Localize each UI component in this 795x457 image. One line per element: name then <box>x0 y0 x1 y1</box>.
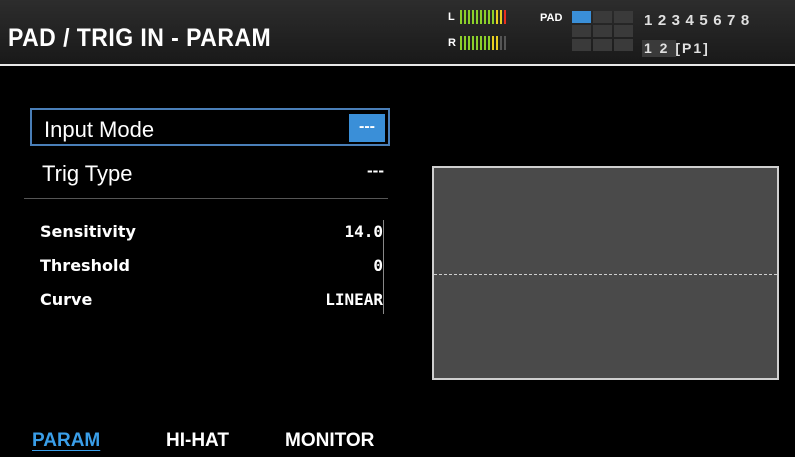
curve-label[interactable]: Curve <box>40 290 92 309</box>
pad-cell <box>614 11 633 23</box>
meter-r-label: R <box>448 37 456 49</box>
trig-type-row[interactable]: Trig Type --- <box>30 154 390 192</box>
separator <box>24 198 388 199</box>
pad-label: PAD <box>540 12 563 24</box>
curve-value[interactable]: LINEAR <box>325 290 383 309</box>
pad-cell <box>593 39 612 51</box>
header-bar: PAD / TRIG IN - PARAM L R PAD 12345678 1… <box>0 0 795 66</box>
tab-monitor[interactable]: MONITOR <box>285 430 374 452</box>
input-mode-label: Input Mode <box>44 117 155 142</box>
pad-cell <box>614 25 633 37</box>
tab-param[interactable]: PARAM <box>32 430 100 452</box>
sensitivity-value[interactable]: 14.0 <box>344 222 383 241</box>
pad-cell <box>572 11 591 23</box>
pad-cell <box>614 39 633 51</box>
threshold-value[interactable]: 0 <box>373 256 383 275</box>
pad-cell <box>572 39 591 51</box>
trig-type-label: Trig Type <box>42 161 133 186</box>
pad-grid <box>572 11 633 51</box>
pad-id: [P1] <box>675 40 710 56</box>
meter-l-label: L <box>448 11 455 23</box>
curve-graph <box>432 166 779 380</box>
input-mode-value[interactable]: --- <box>349 114 385 142</box>
value-divider <box>383 220 384 314</box>
bank-indicator: 1 2 [P1] <box>644 40 710 56</box>
trig-numbers: 12345678 <box>644 12 755 29</box>
trig-type-value: --- <box>367 161 384 180</box>
meter-l <box>460 10 506 24</box>
page-title: PAD / TRIG IN - PARAM <box>8 24 272 52</box>
graph-threshold-line <box>434 274 777 275</box>
sensitivity-label[interactable]: Sensitivity <box>40 222 136 241</box>
pad-cell <box>593 11 612 23</box>
meter-r <box>460 36 506 50</box>
pad-cell <box>593 25 612 37</box>
input-mode-row[interactable]: Input Mode --- <box>30 108 390 146</box>
tab-hi-hat[interactable]: HI-HAT <box>166 430 229 452</box>
bank-numbers: 1 2 <box>644 40 670 56</box>
threshold-label[interactable]: Threshold <box>40 256 130 275</box>
pad-cell <box>572 25 591 37</box>
